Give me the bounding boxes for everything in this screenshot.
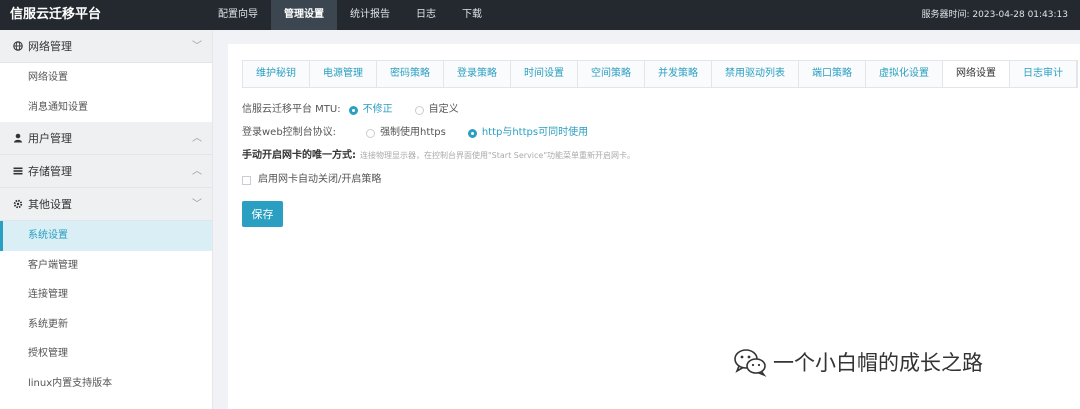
- tab-login-policy[interactable]: 登录策略: [444, 61, 511, 87]
- auto-nic-checkbox[interactable]: [242, 175, 251, 185]
- nic-hint-text: 连接物理显示器，在控制台界面使用"Start Service"功能菜单重新开启网…: [360, 151, 636, 160]
- sidebar-item-linux-versions[interactable]: linux内置支持版本: [0, 369, 212, 399]
- tab-power-management[interactable]: 电源管理: [310, 61, 377, 87]
- auto-nic-label: 启用网卡自动关闭/开启策略: [258, 174, 382, 185]
- sidebar-item-client-management[interactable]: 客户端管理: [0, 251, 212, 281]
- sidebar-group-label: 存储管理: [28, 165, 72, 178]
- nic-hint-row: 手动开启网卡的唯一方式: 连接物理显示器，在控制台界面使用"Start Serv…: [242, 147, 635, 165]
- settings-tabs: 维护秘钥 电源管理 密码策略 登录策略 时间设置 空间策略 并发策略 禁用驱动列…: [242, 60, 1078, 88]
- tab-space-policy[interactable]: 空间策略: [578, 61, 645, 87]
- server-time-label: 服务器时间:: [921, 10, 970, 20]
- chevron-up-icon: ︿: [192, 166, 202, 177]
- tab-maintenance-key[interactable]: 维护秘钥: [243, 61, 310, 87]
- protocol-label: 登录web控制台协议:: [242, 127, 337, 138]
- wechat-icon: [734, 349, 767, 377]
- tab-virtualization-settings[interactable]: 虚拟化设置: [866, 61, 943, 87]
- option-label: http与https可同时使用: [481, 127, 589, 138]
- option-label: 强制使用https: [380, 127, 446, 138]
- tab-network-settings[interactable]: 网络设置: [943, 61, 1010, 87]
- sidebar-item-notification-settings[interactable]: 消息通知设置: [0, 93, 212, 123]
- chevron-up-icon: ︿: [192, 133, 202, 144]
- mtu-option-custom[interactable]: 自定义: [414, 101, 459, 119]
- radio-checked-icon[interactable]: [348, 105, 358, 115]
- nav-statistics-report[interactable]: 统计报告: [337, 0, 403, 30]
- sidebar-group-network[interactable]: 网络管理 ﹀: [0, 30, 212, 63]
- tab-log-audit[interactable]: 日志审计: [1010, 61, 1077, 87]
- nav-download[interactable]: 下载: [449, 0, 495, 30]
- sidebar-item-system-update[interactable]: 系统更新: [0, 310, 212, 340]
- radio-unchecked-icon[interactable]: [366, 128, 376, 138]
- protocol-option-http-and-https[interactable]: http与https可同时使用: [467, 124, 589, 142]
- mtu-option-no-fix[interactable]: 不修正: [348, 101, 393, 119]
- sidebar-group-users[interactable]: 用户管理 ︿: [0, 122, 212, 155]
- sidebar: 网络管理 ﹀ 网络设置 消息通知设置 用户管理 ︿ 存储管理 ︿ 其他设置 ﹀ …: [0, 30, 213, 409]
- tab-port-policy[interactable]: 端口策略: [799, 61, 866, 87]
- mtu-row: 信服云迁移平台 MTU: 不修正 自定义: [242, 101, 481, 119]
- watermark: 一个小白帽的成长之路: [733, 347, 983, 377]
- mtu-label: 信服云迁移平台 MTU:: [242, 104, 341, 115]
- tab-concurrency-policy[interactable]: 并发策略: [645, 61, 712, 87]
- protocol-option-https-only[interactable]: 强制使用https: [366, 124, 446, 142]
- chevron-down-icon: ﹀: [192, 199, 202, 210]
- option-label: 不修正: [362, 104, 393, 115]
- auto-nic-row: 启用网卡自动关闭/开启策略: [242, 171, 381, 189]
- server-time-value: 2023-04-28 01:43:13: [972, 10, 1068, 20]
- tab-time-settings[interactable]: 时间设置: [511, 61, 578, 87]
- storage-icon: [12, 155, 24, 188]
- save-button[interactable]: 保存: [242, 201, 283, 227]
- nic-hint-label: 手动开启网卡的唯一方式:: [242, 150, 356, 161]
- sidebar-item-system-settings[interactable]: 系统设置: [0, 221, 212, 251]
- sidebar-item-license-management[interactable]: 授权管理: [0, 339, 212, 369]
- sidebar-item-network-settings[interactable]: 网络设置: [0, 63, 212, 93]
- radio-unchecked-icon[interactable]: [414, 105, 424, 115]
- chevron-down-icon: ﹀: [192, 41, 202, 52]
- sidebar-item-connection-management[interactable]: 连接管理: [0, 280, 212, 310]
- app-title: 信服云迁移平台: [10, 7, 102, 22]
- nav-setup-wizard[interactable]: 配置向导: [205, 0, 271, 30]
- top-bar: 信服云迁移平台 配置向导 管理设置 统计报告 日志 下载 服务器时间: 2023…: [0, 0, 1080, 30]
- user-icon: [12, 122, 24, 155]
- option-label: 自定义: [428, 104, 459, 115]
- gear-icon: [12, 188, 24, 221]
- top-nav: 配置向导 管理设置 统计报告 日志 下载: [205, 0, 495, 30]
- sidebar-group-label: 用户管理: [28, 132, 72, 145]
- sidebar-group-storage[interactable]: 存储管理 ︿: [0, 155, 212, 188]
- tab-disabled-drivers[interactable]: 禁用驱动列表: [712, 61, 799, 87]
- sidebar-group-label: 网络管理: [28, 40, 72, 53]
- globe-icon: [12, 30, 24, 63]
- sidebar-group-label: 其他设置: [28, 198, 72, 211]
- server-time: 服务器时间: 2023-04-28 01:43:13: [921, 0, 1068, 30]
- watermark-text: 一个小白帽的成长之路: [773, 351, 983, 375]
- radio-checked-icon[interactable]: [467, 128, 477, 138]
- protocol-row: 登录web控制台协议: 强制使用https http与https可同时使用: [242, 124, 610, 142]
- nav-logs[interactable]: 日志: [403, 0, 449, 30]
- sidebar-group-other[interactable]: 其他设置 ﹀: [0, 188, 212, 221]
- nav-management-settings[interactable]: 管理设置: [271, 0, 337, 30]
- tab-password-policy[interactable]: 密码策略: [377, 61, 444, 87]
